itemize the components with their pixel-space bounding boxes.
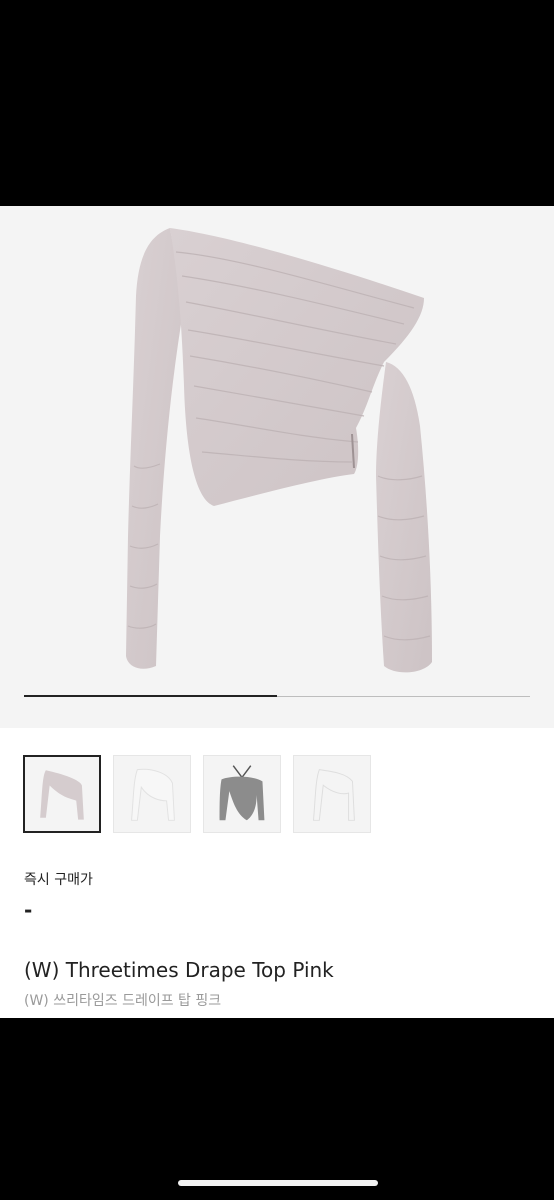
home-indicator[interactable] <box>178 1180 378 1186</box>
thumbnail-3[interactable] <box>203 755 281 833</box>
product-image-carousel[interactable] <box>0 206 554 728</box>
product-main-image[interactable] <box>0 206 554 728</box>
thumbnail-2[interactable] <box>113 755 191 833</box>
thumbnail-white-offshoulder-image <box>312 769 355 821</box>
thumbnail-pink-top-image <box>40 770 84 820</box>
product-name-korean: (W) 쓰리타임즈 드레이프 탑 핑크 <box>24 993 222 1009</box>
product-page: 즉시 구매가 - (W) Threetimes Drape Top Pink (… <box>0 206 554 1018</box>
product-name-english: (W) Threetimes Drape Top Pink <box>24 958 334 982</box>
thumbnail-grey-top-image <box>219 765 265 821</box>
thumbnail-1[interactable] <box>23 755 101 833</box>
instant-buy-price-label: 즉시 구매가 <box>24 872 93 888</box>
thumbnail-white-top-image <box>131 768 175 821</box>
carousel-progress-fill <box>24 695 277 697</box>
thumbnail-4[interactable] <box>293 755 371 833</box>
instant-buy-price-value: - <box>24 898 33 922</box>
carousel-progress-track <box>24 695 530 697</box>
